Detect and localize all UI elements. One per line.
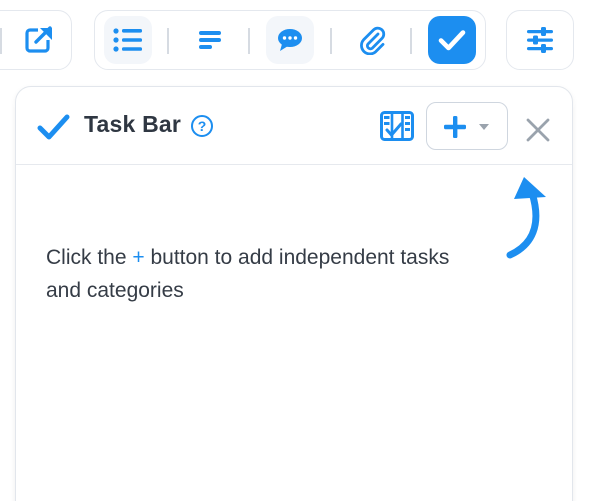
sliders-icon [527, 27, 553, 53]
settings-button[interactable] [516, 16, 564, 64]
hint-text-start: Click the [46, 246, 133, 269]
caret-down-icon [479, 124, 489, 130]
task-bar-panel: Task Bar ? Click the + button to add ind… [15, 86, 573, 501]
help-icon[interactable]: ? [191, 115, 213, 137]
toolbar-divider [248, 28, 250, 54]
toolbar-divider [0, 28, 2, 54]
text-lines-icon [199, 31, 221, 49]
add-task-dropdown-button[interactable] [426, 102, 508, 150]
paperclip-icon [360, 26, 386, 55]
list-icon [113, 28, 142, 52]
open-external-icon [25, 26, 54, 53]
panel-header: Task Bar ? [16, 87, 572, 165]
text-lines-button[interactable] [186, 16, 234, 64]
panel-title: Task Bar [84, 111, 182, 137]
checkmark-icon [37, 114, 70, 140]
comment-button[interactable] [266, 16, 314, 64]
attachment-button[interactable] [348, 16, 396, 64]
task-board-icon[interactable] [380, 111, 414, 141]
empty-state-hint: Click the + button to add independent ta… [46, 241, 486, 307]
toolbar-divider [410, 28, 412, 54]
list-button[interactable] [104, 16, 152, 64]
checkmark-icon [438, 30, 466, 51]
toolbar-divider [167, 28, 169, 54]
tasks-button[interactable] [428, 16, 476, 64]
open-external-button[interactable] [16, 16, 64, 64]
hint-plus-symbol: + [132, 246, 145, 269]
app-screen: Task Bar ? Click the + button to add ind… [0, 0, 592, 501]
toolbar-divider [330, 28, 332, 54]
comment-icon [278, 29, 302, 51]
pointer-arrow-icon [506, 177, 546, 259]
plus-icon [444, 116, 466, 138]
close-icon[interactable] [526, 118, 550, 142]
